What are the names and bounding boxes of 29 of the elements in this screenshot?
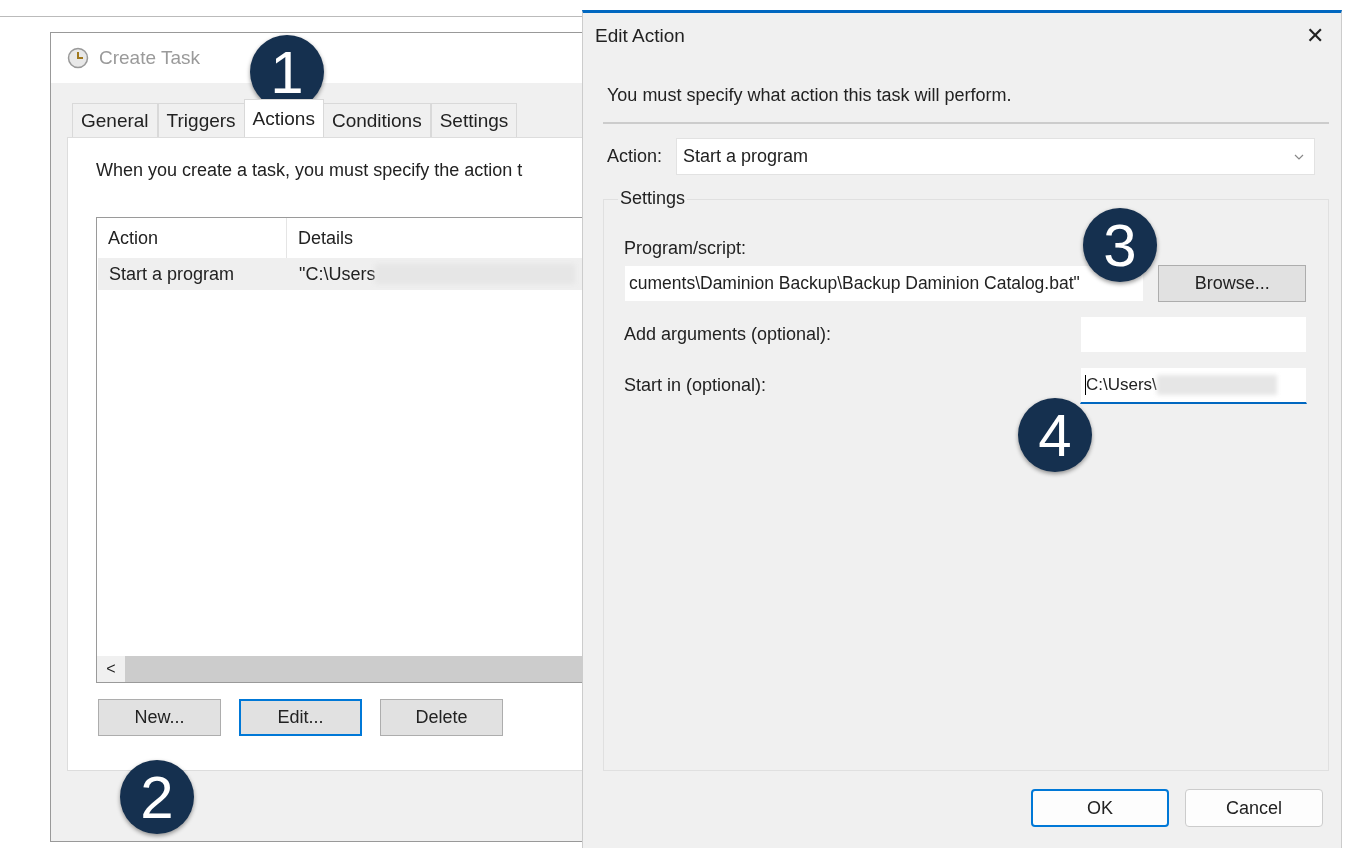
tab[interactable]: General — [72, 103, 158, 137]
clock-icon — [67, 47, 89, 69]
table-cell-text: Start a program — [108, 263, 236, 285]
instruction-text: You must specify what action this task will perform. — [606, 85, 1013, 106]
dialog-button[interactable]: Delete — [380, 699, 503, 736]
table-cell: "C:\Users — [299, 263, 376, 285]
tab[interactable]: Conditions — [322, 103, 431, 137]
column-header[interactable]: Details — [287, 227, 354, 249]
field-value: C:\Users\ — [1086, 375, 1157, 395]
dialog-button[interactable]: OK — [1031, 789, 1169, 827]
input-field[interactable]: C:\Users\ — [1080, 367, 1307, 404]
field-label: Program/script: — [624, 238, 748, 259]
browse-button[interactable]: Browse... — [1158, 265, 1306, 302]
field-label: Start in (optional): — [624, 375, 767, 396]
field-label: Add arguments (optional): — [624, 324, 832, 345]
window-title: Create Task — [99, 47, 201, 69]
description-text: When you create a task, you must specify the action t — [96, 160, 524, 181]
chevron-down-icon — [1294, 153, 1304, 160]
close-button[interactable]: ✕ — [1297, 18, 1333, 54]
action-dropdown[interactable]: Start a program — [676, 138, 1315, 175]
action-label: Action: — [607, 146, 663, 167]
dialog-button[interactable]: New... — [98, 699, 221, 736]
dialog-button[interactable]: Edit... — [239, 699, 362, 736]
dialog-title: Edit Action — [595, 25, 685, 47]
tab[interactable]: Triggers — [157, 103, 245, 137]
group-label: Settings — [618, 188, 688, 209]
tab[interactable]: Settings — [430, 103, 518, 137]
tab[interactable]: Actions — [243, 99, 324, 137]
dialog-button[interactable]: Cancel — [1185, 789, 1323, 827]
